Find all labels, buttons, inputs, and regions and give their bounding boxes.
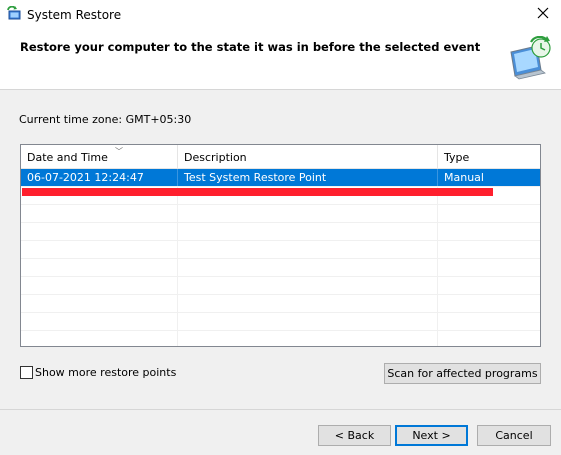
table-row-empty: [21, 241, 540, 259]
cancel-button[interactable]: Cancel: [477, 425, 551, 446]
title-bar: System Restore: [0, 0, 561, 30]
cell-description: Test System Restore Point: [178, 169, 438, 186]
table-row-empty: [21, 223, 540, 241]
table-row-empty: [21, 331, 540, 346]
table-row[interactable]: 06-07-2021 12:24:47 Test System Restore …: [21, 169, 540, 187]
window-title: System Restore: [27, 8, 122, 22]
show-more-label: Show more restore points: [35, 366, 177, 379]
close-button[interactable]: [531, 3, 555, 25]
scan-affected-programs-button[interactable]: Scan for affected programs: [384, 363, 541, 384]
show-more-restore-points[interactable]: Show more restore points: [20, 366, 176, 379]
timezone-label: Current time zone: GMT+05:30: [19, 113, 192, 126]
show-more-checkbox[interactable]: [20, 366, 33, 379]
column-header-type[interactable]: Type: [438, 145, 540, 169]
table-row-empty: [21, 295, 540, 313]
back-button[interactable]: < Back: [318, 425, 391, 446]
close-icon: [537, 7, 549, 22]
table-row-empty: [21, 205, 540, 223]
system-restore-large-icon: [507, 35, 553, 82]
column-header-description[interactable]: Description: [178, 145, 438, 169]
header-panel: Restore your computer to the state it wa…: [0, 30, 561, 90]
page-title: Restore your computer to the state it wa…: [20, 40, 481, 54]
restore-points-table[interactable]: ﹀ Date and Time Description Type 06-07-2…: [20, 144, 541, 347]
table-header: ﹀ Date and Time Description Type: [21, 145, 540, 169]
column-header-date[interactable]: ﹀ Date and Time: [21, 145, 178, 169]
sort-arrow-icon: ﹀: [115, 147, 123, 156]
cell-type: Manual: [444, 171, 484, 184]
cell-date: 06-07-2021 12:24:47: [21, 169, 178, 186]
table-row-empty: [21, 313, 540, 331]
system-restore-icon: [6, 5, 22, 22]
next-button[interactable]: Next >: [395, 425, 468, 446]
red-highlight-annotation: [22, 188, 493, 196]
table-row-empty: [21, 277, 540, 295]
footer-divider: [0, 409, 561, 410]
table-row-empty: [21, 259, 540, 277]
